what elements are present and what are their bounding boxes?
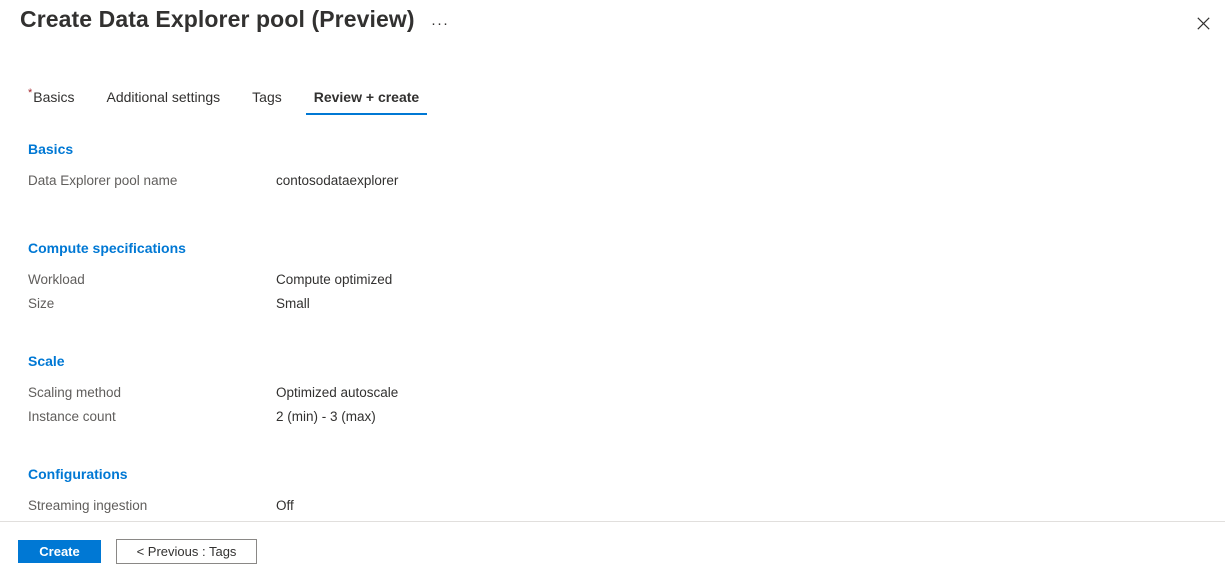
close-button[interactable] — [1188, 8, 1218, 38]
tab-basics-label: Basics — [33, 89, 75, 105]
footer-action-bar: Create < Previous : Tags — [0, 522, 1225, 578]
summary-row: Workload Compute optimized — [28, 270, 1225, 294]
summary-label-instance-count: Instance count — [28, 409, 116, 424]
blade-header: Create Data Explorer pool (Preview) ··· — [0, 0, 1225, 48]
summary-label-streaming-ingestion: Streaming ingestion — [28, 498, 148, 513]
summary-row: Data Explorer pool name contosodataexplo… — [28, 171, 1225, 195]
tab-additional-settings[interactable]: Additional settings — [99, 88, 229, 115]
section-compute-specifications: Compute specifications Workload Compute … — [28, 239, 1225, 318]
summary-row: Streaming ingestion Off — [28, 496, 1225, 520]
section-basics: Basics Data Explorer pool name contosoda… — [28, 140, 1225, 195]
page-title: Create Data Explorer pool (Preview) — [20, 6, 415, 32]
tabstrip: *Basics Additional settings Tags Review … — [20, 88, 428, 118]
summary-label-workload: Workload — [28, 272, 85, 287]
summary-value-size: Small — [276, 296, 310, 311]
close-icon — [1196, 16, 1210, 30]
summary-value-instance-count: 2 (min) - 3 (max) — [276, 409, 376, 424]
summary-value-scaling-method: Optimized autoscale — [276, 385, 399, 400]
summary-label-scaling-method: Scaling method — [28, 385, 122, 400]
previous-tags-button[interactable]: < Previous : Tags — [116, 539, 257, 564]
section-heading-scale: Scale — [28, 353, 65, 369]
summary-row: Scaling method Optimized autoscale — [28, 383, 1225, 407]
tab-review-create[interactable]: Review + create — [305, 88, 428, 115]
summary-label-pool-name: Data Explorer pool name — [28, 173, 178, 188]
section-scale: Scale Scaling method Optimized autoscale… — [28, 352, 1225, 431]
summary-row: Size Small — [28, 294, 1225, 318]
summary-label-size: Size — [28, 296, 55, 311]
review-summary: Basics Data Explorer pool name contosoda… — [28, 140, 1225, 562]
summary-row: Instance count 2 (min) - 3 (max) — [28, 407, 1225, 431]
summary-value-pool-name: contosodataexplorer — [276, 173, 399, 188]
more-options-icon[interactable]: ··· — [427, 10, 453, 36]
section-heading-configurations: Configurations — [28, 466, 128, 482]
required-asterisk-icon: * — [28, 87, 33, 100]
section-heading-basics: Basics — [28, 141, 74, 157]
section-heading-compute-specifications: Compute specifications — [28, 240, 186, 256]
summary-value-streaming-ingestion: Off — [276, 498, 294, 513]
create-button[interactable]: Create — [18, 540, 101, 563]
summary-value-workload: Compute optimized — [276, 272, 393, 287]
tab-basics[interactable]: *Basics — [20, 88, 83, 115]
tab-tags[interactable]: Tags — [244, 88, 290, 115]
